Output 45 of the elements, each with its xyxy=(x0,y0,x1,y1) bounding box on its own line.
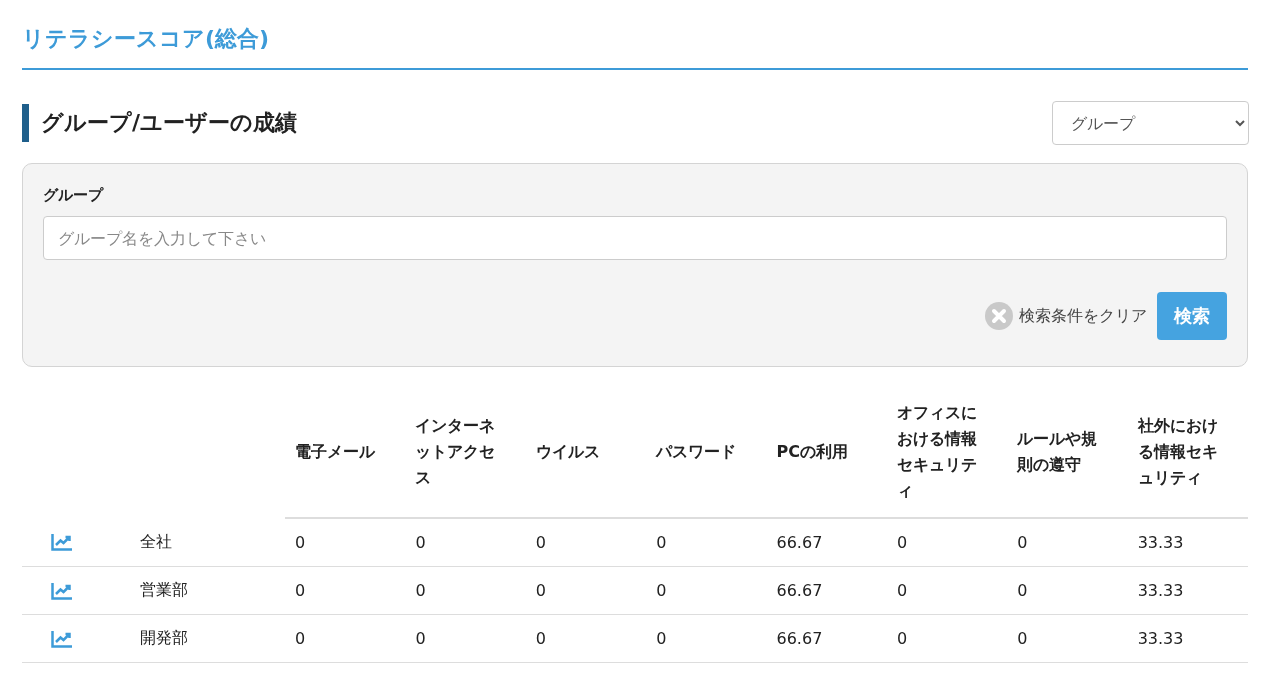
score-cell: 0 xyxy=(525,614,647,663)
group-name-field[interactable]: グループ名を入力して下さい xyxy=(43,216,1227,260)
score-cell: 0 xyxy=(886,566,1008,615)
score-cell: 0 xyxy=(285,614,406,663)
page-title: リテラシースコア(総合) xyxy=(22,0,1248,70)
group-name-cell: 開発部 xyxy=(130,614,285,663)
column-header: 社外における情報セキュリティ xyxy=(1127,389,1248,518)
column-header: パスワード xyxy=(646,389,767,518)
score-cell: 33.33 xyxy=(1127,614,1248,663)
score-cell: 0 xyxy=(1007,614,1128,663)
line-chart-icon[interactable] xyxy=(51,629,73,648)
score-cell: 0 xyxy=(285,518,406,567)
column-header: オフィスにおける情報セキュリティ xyxy=(886,389,1008,518)
clear-conditions-link[interactable]: 検索条件をクリア xyxy=(985,302,1147,330)
group-label: グループ xyxy=(43,186,105,205)
score-cell: 66.67 xyxy=(766,518,887,567)
view-dropdown[interactable]: グループ xyxy=(1052,101,1249,145)
group-name-cell: 営業部 xyxy=(130,566,285,615)
score-cell: 0 xyxy=(525,518,647,567)
score-cell: 33.33 xyxy=(1127,566,1248,615)
score-cell: 66.67 xyxy=(766,566,887,615)
score-cell: 33.33 xyxy=(1127,518,1248,567)
section-heading: グループ/ユーザーの成績 xyxy=(22,104,298,142)
column-header: 電子メール xyxy=(285,389,406,518)
score-cell: 0 xyxy=(646,614,767,663)
column-header: PCの利用 xyxy=(766,389,887,518)
score-cell: 66.67 xyxy=(766,614,887,663)
line-chart-icon[interactable] xyxy=(51,533,73,551)
score-cell: 0 xyxy=(405,614,526,663)
score-cell: 0 xyxy=(886,518,1008,567)
column-header: ウイルス xyxy=(525,389,647,518)
line-chart-icon[interactable] xyxy=(51,581,73,600)
score-cell: 0 xyxy=(525,566,647,615)
score-cell: 0 xyxy=(646,566,767,615)
score-cell: 0 xyxy=(646,518,767,567)
score-cell: 0 xyxy=(405,566,526,615)
score-cell: 0 xyxy=(405,518,526,567)
score-cell: 0 xyxy=(886,614,1008,663)
score-cell: 0 xyxy=(1007,566,1128,615)
score-cell: 0 xyxy=(285,566,406,615)
column-header: ルールや規則の遵守 xyxy=(1007,389,1128,518)
group-name-cell: 全社 xyxy=(130,518,285,567)
score-cell: 0 xyxy=(1007,518,1128,567)
close-icon xyxy=(985,302,1013,330)
column-header: インターネットアクセス xyxy=(405,389,526,518)
